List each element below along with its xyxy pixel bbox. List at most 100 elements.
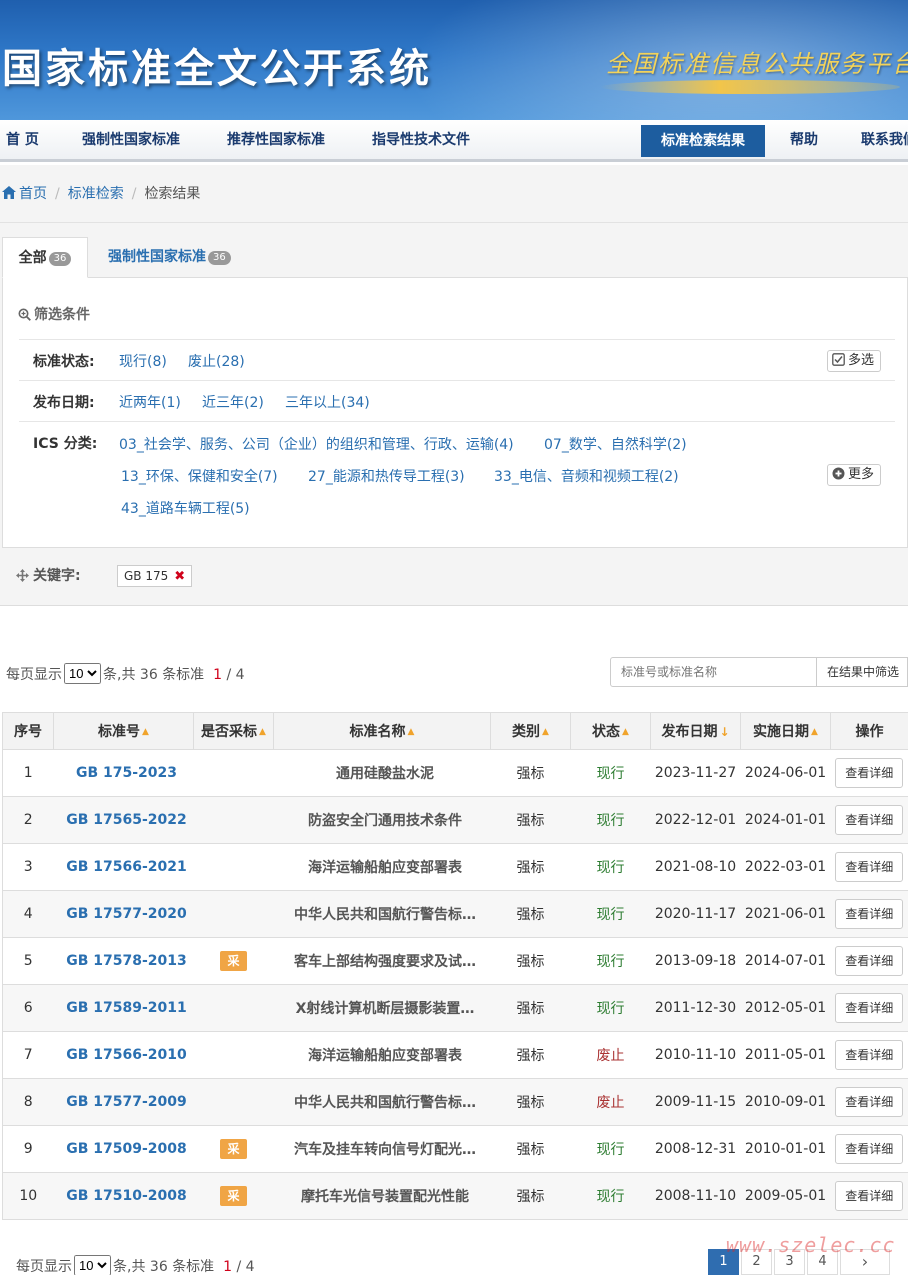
col-header-impl-date[interactable]: 实施日期 ▲ [740,712,831,750]
nav-mandatory-standards[interactable]: 强制性国家标准 [82,120,180,158]
filter-option-current[interactable]: 现行(8) [119,351,167,371]
cell-action: 查看详细 [830,937,908,985]
cell-code[interactable]: GB 17589-2011 [53,984,194,1032]
cell-status: 现行 [570,843,651,891]
cell-action: 查看详细 [830,890,908,938]
cell-impl-date: 2009-05-01 [740,1172,831,1220]
per-page-select[interactable]: 10 [64,663,101,684]
per-page-select-bottom[interactable]: 10 [74,1255,111,1275]
sort-asc-icon: ▲ [811,727,818,737]
cell-adopted [193,1031,274,1079]
cell-action: 查看详细 [830,1125,908,1173]
cell-code[interactable]: GB 17566-2021 [53,843,194,891]
view-detail-button[interactable]: 查看详细 [835,852,904,882]
cell-code[interactable]: GB 175-2023 [53,749,194,797]
adopted-badge: 采 [220,1186,247,1206]
cell-status: 现行 [570,1125,651,1173]
filter-option-over-three-years[interactable]: 三年以上(34) [285,392,370,412]
filter-option-ics-27[interactable]: 27_能源和热传导工程(3) [308,466,465,486]
cell-type: 强标 [490,984,571,1032]
pager-info-bottom: 每页显示 10 条,共 36 条标准 1 / 4 [16,1255,255,1275]
filter-option-ics-03[interactable]: 03_社会学、服务、公司（企业）的组织和管理、行政、运输(4) [119,434,514,454]
cell-no: 2 [2,796,54,844]
filter-option-two-years[interactable]: 近两年(1) [119,392,181,412]
result-search-input[interactable] [610,657,817,687]
view-detail-button[interactable]: 查看详细 [835,1040,904,1070]
col-header-status[interactable]: 状态 ▲ [570,712,651,750]
zoom-search-icon [18,308,31,321]
col-header-adopted[interactable]: 是否采标 ▲ [193,712,274,750]
site-title: 国家标准全文公开系统 [2,45,432,92]
remove-keyword-icon[interactable]: ✖ [174,569,185,584]
cell-code[interactable]: GB 17577-2020 [53,890,194,938]
cell-pub-date: 2008-12-31 [650,1125,741,1173]
view-detail-button[interactable]: 查看详细 [835,946,904,976]
multi-select-button[interactable]: 多选 [826,350,881,372]
total-pages: 4 [235,667,245,683]
cell-name: 中华人民共和国航行警告标… [273,1078,491,1126]
view-detail-button[interactable]: 查看详细 [835,1134,904,1164]
filter-option-three-years[interactable]: 近三年(2) [202,392,264,412]
view-detail-button[interactable]: 查看详细 [835,899,904,929]
col-header-code[interactable]: 标准号 ▲ [53,712,194,750]
breadcrumb-current: 检索结果 [144,186,201,202]
per-page-prefix: 每页显示 [16,1259,72,1275]
cell-adopted [193,1078,274,1126]
filter-label-status: 标准状态: [33,354,95,370]
cell-code[interactable]: GB 17565-2022 [53,796,194,844]
nav-contact[interactable]: 联系我们 [861,120,908,158]
cell-adopted [193,890,274,938]
nav-recommended-standards[interactable]: 推荐性国家标准 [227,120,325,158]
cell-name: 客车上部结构强度要求及试… [273,937,491,985]
filter-option-abolished[interactable]: 废止(28) [188,351,245,371]
more-button[interactable]: 更多 [826,464,881,486]
nav-home[interactable]: 首 页 [6,120,39,158]
site-slogan: 全国标准信息公共服务平台 [606,50,908,78]
view-detail-button[interactable]: 查看详细 [835,1181,904,1211]
cell-code[interactable]: GB 17566-2010 [53,1031,194,1079]
view-detail-button[interactable]: 查看详细 [835,758,904,788]
page-separator: / [226,667,232,683]
cell-code[interactable]: GB 17509-2008 [53,1125,194,1173]
cell-pub-date: 2022-12-01 [650,796,741,844]
tab-all[interactable]: 全部 36 [2,237,88,278]
current-page: 1 [223,1259,233,1275]
count-badge: 36 [48,252,72,266]
col-header-type[interactable]: 类别 ▲ [490,712,571,750]
table-row: 5 GB 17578-2013 采 客车上部结构强度要求及试… 强标 现行 2013-09-… [2,937,908,985]
col-header-pub-date[interactable]: 发布日期 ↓ [650,712,741,750]
nav-search-results[interactable]: 标准检索结果 [641,125,765,157]
view-detail-button[interactable]: 查看详细 [835,1087,904,1117]
total-suffix: 条标准 [162,667,205,683]
breadcrumb-home[interactable]: 首页 [19,186,47,202]
cell-impl-date: 2012-05-01 [740,984,831,1032]
filter-option-ics-33[interactable]: 33_电信、音频和视频工程(2) [494,466,679,486]
filter-title: 筛选条件 [18,304,90,324]
cell-adopted [193,796,274,844]
total-middle: 条,共 [103,667,136,683]
cell-pub-date: 2009-11-15 [650,1078,741,1126]
filter-option-ics-13[interactable]: 13_环保、保健和安全(7) [121,466,278,486]
keyword-label-text: 关键字: [33,568,81,584]
cell-no: 5 [2,937,54,985]
keyword-label: 关键字: [16,565,81,585]
cell-code[interactable]: GB 17577-2009 [53,1078,194,1126]
nav-help[interactable]: 帮助 [790,120,818,158]
view-detail-button[interactable]: 查看详细 [835,805,904,835]
filter-option-ics-07[interactable]: 07_数学、自然科学(2) [544,434,687,454]
nav-guidance-documents[interactable]: 指导性技术文件 [372,120,470,158]
cell-code[interactable]: GB 17578-2013 [53,937,194,985]
view-detail-button[interactable]: 查看详细 [835,993,904,1023]
breadcrumb-standard-search[interactable]: 标准检索 [68,186,124,202]
cell-code[interactable]: GB 17510-2008 [53,1172,194,1220]
cell-no: 7 [2,1031,54,1079]
filter-option-ics-43[interactable]: 43_道路车辆工程(5) [121,498,250,518]
cell-no: 10 [2,1172,54,1220]
result-tabs: 全部 36 强制性国家标准 36 [2,237,908,278]
tab-mandatory[interactable]: 强制性国家标准 36 [108,237,231,278]
cell-name: 摩托车光信号装置配光性能 [273,1172,491,1220]
col-header-name[interactable]: 标准名称 ▲ [273,712,491,750]
total-suffix: 条标准 [172,1259,215,1275]
filter-in-results-button[interactable]: 在结果中筛选 [816,657,908,687]
breadcrumb-separator: / [131,186,137,202]
